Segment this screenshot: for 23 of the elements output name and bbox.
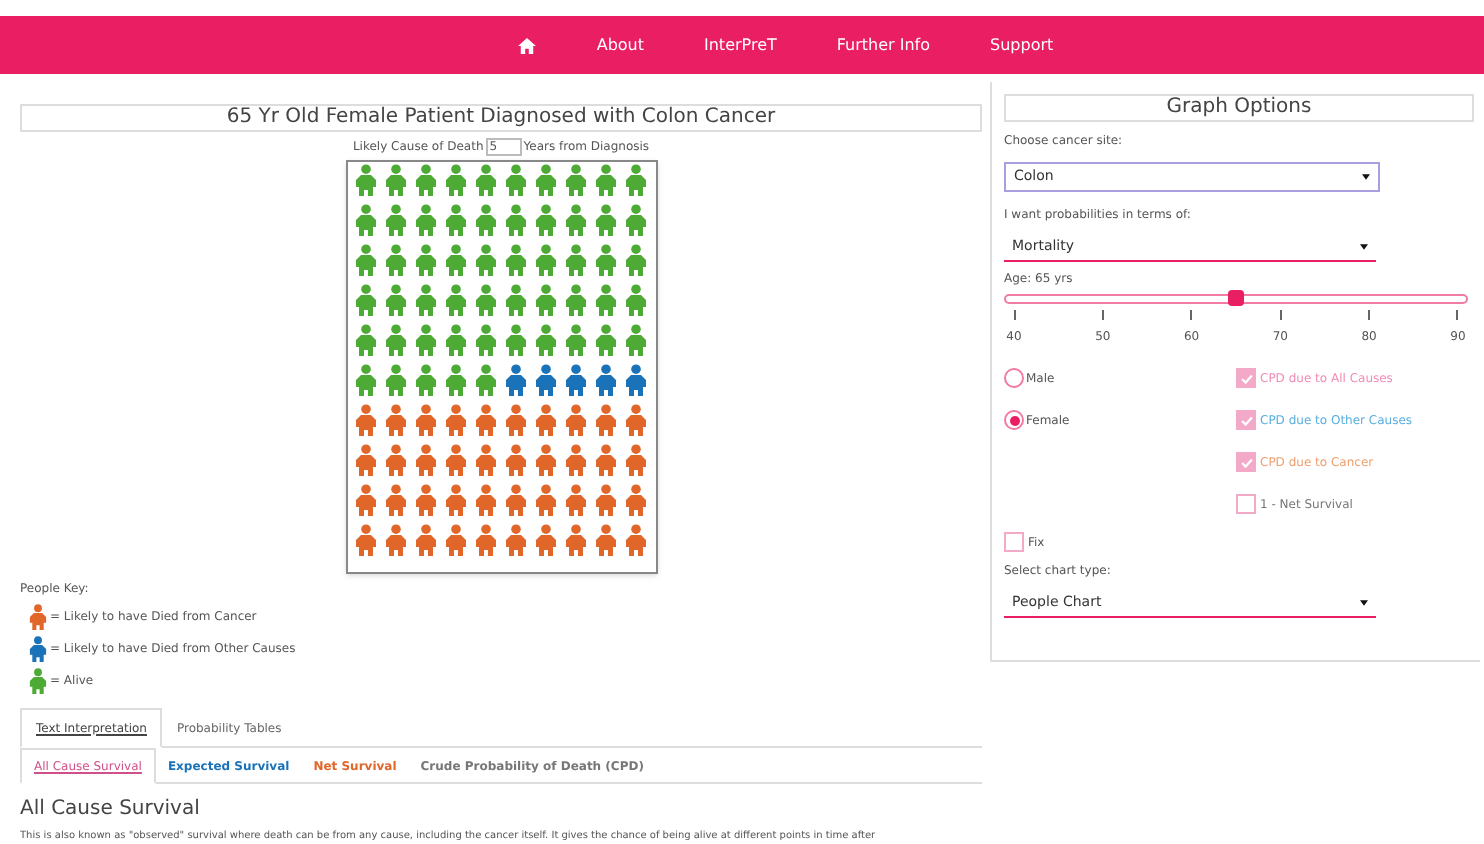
caret-icon — [1362, 174, 1370, 180]
radio-button[interactable] — [1004, 368, 1024, 388]
age-slider[interactable] — [1004, 294, 1468, 304]
check-icon — [1239, 455, 1253, 469]
caret-icon — [1360, 599, 1368, 605]
check-icon — [1239, 371, 1253, 385]
slider-thumb[interactable] — [1228, 290, 1244, 306]
nav-link[interactable]: Further Info — [836, 33, 931, 57]
nav-link[interactable]: About — [596, 33, 644, 57]
checkbox[interactable] — [1236, 410, 1256, 430]
chart-title: 65 Yr Old Female Patient Diagnosed with Colon Cancer — [20, 104, 982, 132]
check-icon — [1239, 413, 1253, 427]
nav-link[interactable]: Support — [990, 33, 1054, 57]
checkbox[interactable] — [1236, 494, 1256, 514]
checkbox[interactable] — [1004, 532, 1024, 552]
caret-icon — [1360, 243, 1368, 249]
radio-button[interactable] — [1004, 410, 1024, 430]
home-icon[interactable] — [518, 37, 537, 53]
options-title: Graph Options — [1004, 94, 1474, 122]
section-heading: All Cause Survival — [20, 796, 202, 824]
checkbox[interactable] — [1236, 452, 1256, 472]
checkbox[interactable] — [1236, 368, 1256, 388]
nav-link[interactable]: InterPreT — [704, 33, 777, 57]
